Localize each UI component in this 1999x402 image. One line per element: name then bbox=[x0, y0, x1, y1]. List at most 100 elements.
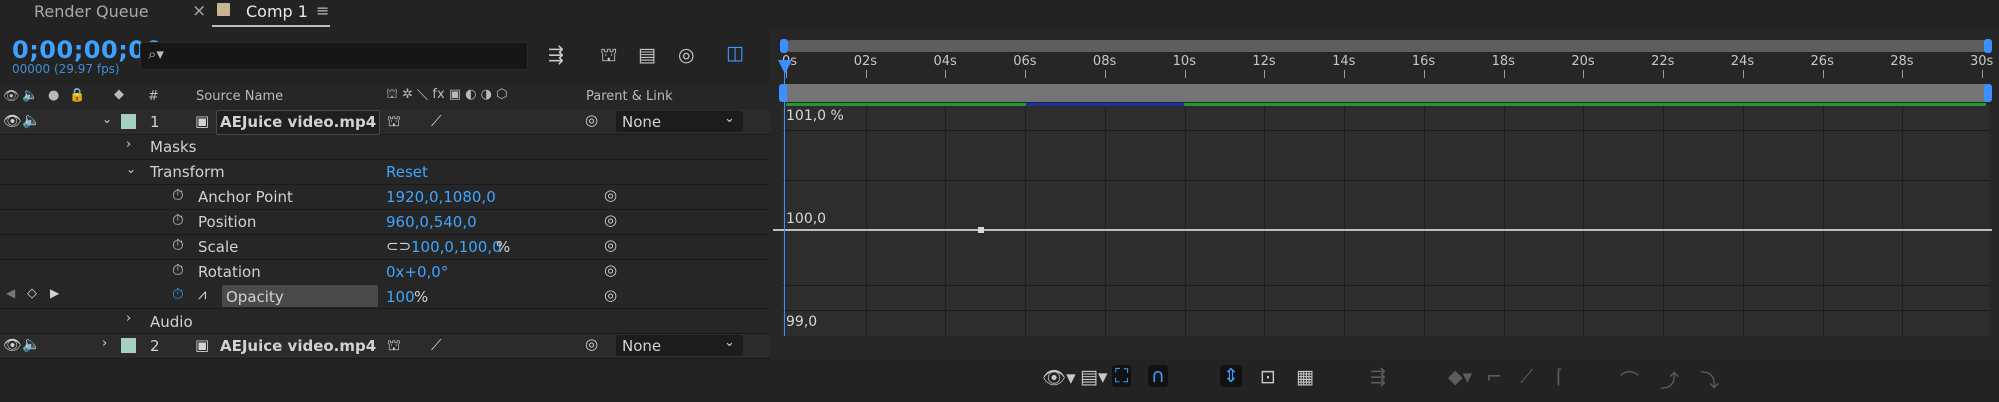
shy-layers-icon[interactable]: ⛫ bbox=[600, 44, 617, 69]
chevron-right-icon[interactable]: › bbox=[126, 137, 131, 152]
graph-editor-area[interactable] bbox=[782, 106, 1990, 336]
audio-toggle-icon[interactable]: 🔈 bbox=[22, 335, 41, 353]
shy-switch-icon[interactable]: ⛫ bbox=[387, 112, 401, 132]
stopwatch-icon[interactable]: ⏱ bbox=[172, 211, 184, 229]
ruler-tick bbox=[1025, 70, 1027, 78]
graph-time-gridline bbox=[1902, 106, 1904, 336]
rotation-value[interactable]: 0x+0,0° bbox=[386, 263, 448, 281]
chevron-down-icon[interactable]: ⌄ bbox=[126, 162, 136, 176]
easy-ease-icon[interactable]: ⌒ bbox=[1620, 366, 1639, 393]
graph-time-gridline bbox=[1663, 106, 1665, 336]
graph-toggle-icon[interactable]: ⩘ bbox=[198, 285, 206, 303]
masks-group-row[interactable] bbox=[0, 135, 770, 160]
twirl-open-icon[interactable]: ⌄ bbox=[102, 112, 112, 126]
pick-whip-icon[interactable]: ◎ bbox=[604, 286, 617, 304]
tab-comp-1[interactable]: Comp 1 bbox=[246, 2, 308, 21]
frame-blending-icon[interactable]: ▤ bbox=[638, 44, 656, 66]
stopwatch-icon[interactable]: ⏱ bbox=[172, 261, 184, 279]
pick-whip-icon[interactable]: ◎ bbox=[604, 236, 617, 254]
pick-whip-icon[interactable]: ◎ bbox=[585, 111, 598, 129]
quality-switch-icon[interactable]: ⟋ bbox=[431, 112, 442, 130]
audio-toggle-icon[interactable]: 🔈 bbox=[22, 111, 41, 129]
composition-flowchart-icon[interactable]: ⇶ bbox=[548, 44, 564, 66]
pick-whip-icon[interactable]: ◎ bbox=[585, 335, 598, 353]
stopwatch-icon[interactable]: ⏱ bbox=[172, 236, 184, 254]
graph-options-icon[interactable]: ▤▾ bbox=[1080, 366, 1108, 388]
fit-all-icon[interactable]: ▦ bbox=[1296, 366, 1314, 388]
position-row bbox=[0, 210, 770, 235]
active-tab-indicator bbox=[212, 25, 330, 27]
ruler-tick-label: 24s bbox=[1730, 54, 1755, 69]
auto-zoom-height-icon[interactable]: ⇕ bbox=[1220, 365, 1242, 387]
transform-reset-link[interactable]: Reset bbox=[386, 163, 428, 181]
graph-gridline bbox=[782, 130, 1990, 131]
quality-switch-icon[interactable]: ⟋ bbox=[431, 336, 442, 354]
fit-selection-icon[interactable]: ⊡ bbox=[1260, 366, 1276, 388]
audio-group-row[interactable] bbox=[0, 309, 770, 334]
current-time-indicator-line[interactable] bbox=[784, 66, 785, 336]
anchor-point-value[interactable]: 1920,0,1080,0 bbox=[386, 188, 496, 206]
layer-label-swatch[interactable] bbox=[121, 114, 136, 129]
tab-render-queue[interactable]: Render Queue bbox=[34, 2, 149, 21]
navigator-end-handle[interactable] bbox=[1984, 39, 1992, 53]
frame-rate-readout: 00000 (29.97 fps) bbox=[12, 62, 120, 76]
panel-menu-icon[interactable]: ≡ bbox=[316, 1, 329, 20]
comp-color-swatch bbox=[217, 3, 230, 16]
label-column-icon: ◆ bbox=[114, 87, 124, 102]
work-area-start-handle[interactable] bbox=[779, 84, 787, 102]
stopwatch-active-icon[interactable]: ⏱ bbox=[172, 285, 184, 303]
add-keyframe-icon[interactable]: ◇ bbox=[27, 286, 37, 301]
layer-name[interactable]: AEJuice video.mp4 bbox=[220, 337, 376, 355]
opacity-value[interactable]: 100 bbox=[386, 288, 415, 306]
work-area-bar[interactable] bbox=[782, 84, 1990, 102]
work-area-end-handle[interactable] bbox=[1984, 84, 1992, 102]
transform-box-icon[interactable]: ⛶ bbox=[1112, 365, 1132, 387]
constrain-proportions-icon[interactable]: ⊂⊃ bbox=[386, 237, 411, 255]
current-time-indicator-head[interactable] bbox=[778, 60, 792, 74]
position-value[interactable]: 960,0,540,0 bbox=[386, 213, 477, 231]
parent-dropdown-value: None bbox=[622, 337, 662, 355]
shy-switch-icon[interactable]: ⛫ bbox=[387, 336, 401, 356]
switches-column-icons: ⛫ ✲ ⟍ fx ▣ ◐ ◑ ⬡ bbox=[386, 87, 508, 102]
auto-bezier-icon[interactable]: ⌈ bbox=[1556, 366, 1563, 388]
keyframe-handle[interactable] bbox=[978, 227, 984, 233]
opacity-row bbox=[0, 284, 770, 309]
snap-icon[interactable]: ∩ bbox=[1148, 365, 1168, 387]
stopwatch-icon[interactable]: ⏱ bbox=[172, 186, 184, 204]
layer-name[interactable]: AEJuice video.mp4 bbox=[220, 113, 376, 131]
close-icon[interactable]: × bbox=[192, 1, 206, 21]
next-keyframe-icon[interactable]: ▶ bbox=[50, 286, 59, 300]
navigator-start-handle[interactable] bbox=[780, 39, 788, 53]
linear-keyframe-icon[interactable]: ⟋ bbox=[1520, 366, 1533, 388]
chevron-right-icon[interactable]: › bbox=[126, 311, 131, 326]
visibility-toggle-icon[interactable]: 👁 bbox=[3, 112, 22, 130]
time-navigator-bar[interactable] bbox=[785, 40, 1990, 52]
visibility-toggle-icon[interactable]: 👁 bbox=[3, 336, 22, 354]
graph-editor-icon[interactable]: ◫ bbox=[726, 42, 744, 64]
source-name-column-header[interactable]: Source Name bbox=[196, 89, 283, 104]
show-properties-icon[interactable]: 👁▾ bbox=[1042, 366, 1076, 389]
transform-group-row[interactable] bbox=[0, 160, 770, 185]
edit-keyframe-icon[interactable]: ◆▾ bbox=[1448, 366, 1472, 388]
separate-dimensions-icon[interactable]: ⇶ bbox=[1370, 366, 1386, 388]
graph-gridline bbox=[782, 285, 1990, 286]
pick-whip-icon[interactable]: ◎ bbox=[604, 186, 617, 204]
audio-column-icon: 🔈 bbox=[22, 88, 39, 103]
ruler-tick bbox=[1982, 70, 1983, 78]
layer-label-swatch[interactable] bbox=[121, 338, 136, 353]
easy-ease-out-icon[interactable]: ⤵ bbox=[1700, 366, 1719, 393]
graph-gridline bbox=[782, 180, 1990, 181]
opacity-value-graph-line[interactable] bbox=[773, 229, 1992, 231]
prev-keyframe-icon[interactable]: ◀ bbox=[6, 286, 15, 300]
easy-ease-in-icon[interactable]: ⤴ bbox=[1660, 366, 1679, 393]
search-input[interactable] bbox=[140, 42, 528, 70]
motion-blur-icon[interactable]: ◎ bbox=[678, 44, 695, 66]
twirl-closed-icon[interactable]: › bbox=[102, 336, 107, 351]
ruler-tick bbox=[1503, 70, 1505, 78]
pick-whip-icon[interactable]: ◎ bbox=[604, 261, 617, 279]
scale-value[interactable]: 100,0,100,0 bbox=[411, 238, 502, 256]
hold-keyframe-icon[interactable]: ⌐ bbox=[1486, 366, 1502, 388]
position-label: Position bbox=[198, 213, 257, 231]
pick-whip-icon[interactable]: ◎ bbox=[604, 211, 617, 229]
opacity-label[interactable]: Opacity bbox=[226, 288, 284, 306]
